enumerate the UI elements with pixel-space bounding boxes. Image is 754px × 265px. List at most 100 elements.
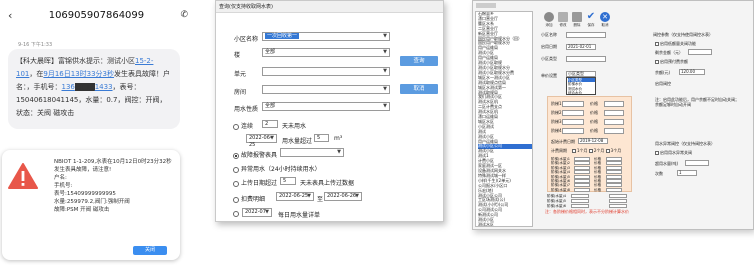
option-upload-row: 上传日期超过 bbox=[233, 178, 277, 187]
chevron-down-icon: ▼ bbox=[307, 193, 311, 199]
radio-continuous[interactable] bbox=[233, 123, 239, 130]
tree-item[interactable]: 测试水区 bbox=[478, 222, 532, 226]
cycle-option: 1个月 bbox=[577, 148, 588, 153]
tier-price-input[interactable] bbox=[606, 183, 622, 188]
usage-date-select[interactable]: 2022-06-25 ▼ bbox=[246, 134, 277, 148]
alert-line: 故障:PSM 开阀 磁攻击 bbox=[54, 207, 110, 213]
tier-volume-input[interactable] bbox=[574, 161, 590, 166]
price-input[interactable] bbox=[604, 128, 624, 134]
tier-input[interactable] bbox=[562, 101, 584, 107]
tier-price-input[interactable] bbox=[606, 165, 622, 170]
low-balance-checkbox[interactable] bbox=[655, 42, 659, 46]
tier-price-input[interactable] bbox=[606, 157, 622, 161]
sms-body-text: ，手机号： bbox=[26, 83, 62, 91]
price-input[interactable] bbox=[604, 119, 624, 125]
billing-start-input[interactable]: 2019-12-08 bbox=[578, 138, 608, 144]
cycle-radio[interactable] bbox=[605, 149, 610, 153]
alert-line: 手机号: bbox=[54, 183, 73, 189]
right-balance-input[interactable] bbox=[688, 49, 712, 55]
fault-type-select[interactable]: ▼ bbox=[280, 148, 344, 157]
over-value-input[interactable]: 5 bbox=[314, 134, 329, 142]
community-selected-value: 一次回收第一 bbox=[265, 33, 300, 39]
alert-line: 水量:259979.2,阀门:强制开阀 bbox=[54, 199, 130, 205]
bottom-tier-input[interactable] bbox=[571, 199, 589, 203]
option-abnormal-row: 异常用水（24小时持续用水） bbox=[233, 164, 321, 173]
cycle-radio[interactable] bbox=[572, 149, 576, 153]
continuous-days-input[interactable]: 2 bbox=[262, 120, 278, 128]
toolbar-save[interactable]: ✔ 保存 bbox=[585, 12, 597, 28]
tier-price-input[interactable] bbox=[606, 170, 622, 175]
abnormal-checkbox[interactable] bbox=[655, 151, 659, 155]
sms-link-phone-tail[interactable]: 1433 bbox=[95, 83, 113, 91]
sms-link-time[interactable]: 9月16日13时33分3秒 bbox=[43, 70, 114, 78]
phone-call-icon[interactable]: ✆ bbox=[180, 10, 188, 20]
chevron-down-icon: ▼ bbox=[337, 149, 341, 155]
right-amount-label: 余额(元) bbox=[655, 70, 671, 75]
toolbar-edit[interactable]: 修改 bbox=[557, 12, 569, 27]
continuous-suffix: 天未用水 bbox=[282, 123, 307, 130]
sms-sender-number: 106905907864099 bbox=[48, 9, 145, 21]
toolbar-add[interactable]: 添加 bbox=[543, 12, 555, 27]
tier-price-label: 价格 bbox=[594, 187, 601, 192]
radio-abnormal[interactable] bbox=[233, 166, 239, 173]
dropdown-option[interactable]: 综合水价 bbox=[568, 91, 595, 95]
room-select[interactable]: ▼ bbox=[262, 85, 390, 94]
chevron-down-icon: ▼ bbox=[383, 49, 387, 55]
water-nature-selected-value: 全部 bbox=[265, 103, 276, 109]
tier-volume-input[interactable] bbox=[574, 183, 590, 188]
prepaid-checkbox[interactable] bbox=[655, 60, 659, 64]
bottom-price-input[interactable] bbox=[609, 204, 627, 208]
tier-price-input[interactable] bbox=[606, 187, 622, 192]
bottom-tier-input[interactable] bbox=[571, 204, 589, 208]
price-type-dropdown[interactable]: 小区类型 阶梯水价 测试水价 综合水价 bbox=[566, 77, 596, 95]
field-type-input[interactable] bbox=[566, 56, 606, 62]
radio-fault[interactable] bbox=[233, 152, 239, 159]
toolbar-label: 保存 bbox=[587, 23, 595, 27]
building-select[interactable]: 全部 ▼ bbox=[262, 48, 390, 57]
sms-link-phone[interactable]: 136 bbox=[62, 83, 75, 91]
tier-volume-input[interactable] bbox=[574, 157, 590, 161]
toolbar-delete[interactable]: 删除 bbox=[571, 12, 583, 27]
tier-volume-input[interactable] bbox=[574, 174, 590, 179]
community-tree[interactable]: 石棉县乡 漂口营业厅 腰区水系 二区营业厅 新区营业厅 国民用户取规水分（回） 国民用户取规… bbox=[475, 11, 533, 227]
start-date-input[interactable]: 2021-02-01 bbox=[566, 44, 596, 50]
month-select[interactable]: 2022-07 ▼ bbox=[242, 208, 272, 217]
community-select[interactable]: 一次回收第一 ▼ bbox=[262, 32, 390, 41]
right-count-input[interactable]: 1 bbox=[677, 170, 697, 176]
radio-deduct[interactable] bbox=[233, 196, 239, 203]
cancel-button[interactable]: 取消 bbox=[400, 84, 438, 94]
tier-volume-input[interactable] bbox=[574, 165, 590, 170]
tier-input[interactable] bbox=[562, 119, 584, 125]
tier-input[interactable] bbox=[562, 128, 584, 134]
price-input[interactable] bbox=[604, 110, 624, 116]
right-amount-input[interactable]: 120.00 bbox=[679, 69, 705, 75]
close-button[interactable]: 关闭 bbox=[133, 246, 167, 255]
tier-price-input[interactable] bbox=[606, 174, 622, 179]
upload-days-input[interactable]: 5 bbox=[280, 177, 296, 185]
unit-select[interactable]: ▼ bbox=[262, 67, 390, 76]
radio-upload[interactable] bbox=[233, 180, 239, 187]
water-nature-select[interactable]: 全部 ▼ bbox=[262, 102, 390, 111]
tier-volume-input[interactable] bbox=[574, 179, 590, 183]
price-column-label: 价格 bbox=[590, 128, 598, 133]
toolbar-cancel[interactable]: ✕ 取消 bbox=[599, 12, 611, 27]
bottom-price-input[interactable] bbox=[609, 199, 627, 203]
deduct-to-select[interactable]: 2022-06-26 ▼ bbox=[324, 192, 362, 201]
tier-volume-input[interactable] bbox=[574, 170, 590, 175]
tier-volume-input[interactable] bbox=[574, 187, 590, 192]
field-name-input[interactable] bbox=[566, 32, 606, 38]
tier-price-input[interactable] bbox=[606, 161, 622, 166]
add-icon bbox=[544, 12, 554, 22]
price-label: 单价设置 bbox=[541, 73, 557, 78]
deduct-from-select[interactable]: 2022-06-25 ▼ bbox=[276, 192, 314, 201]
bottom-tier-input[interactable] bbox=[571, 194, 589, 198]
price-input[interactable] bbox=[604, 101, 624, 107]
right-over-input[interactable] bbox=[685, 160, 709, 166]
query-button[interactable]: 查询 bbox=[400, 56, 438, 66]
radio-month[interactable] bbox=[233, 210, 239, 217]
tier-price-input[interactable] bbox=[606, 179, 622, 183]
tier-input[interactable] bbox=[562, 110, 584, 116]
field-start-label: 启用日期 bbox=[541, 44, 557, 49]
bottom-price-input[interactable] bbox=[609, 194, 627, 198]
cycle-radio[interactable] bbox=[588, 149, 593, 153]
